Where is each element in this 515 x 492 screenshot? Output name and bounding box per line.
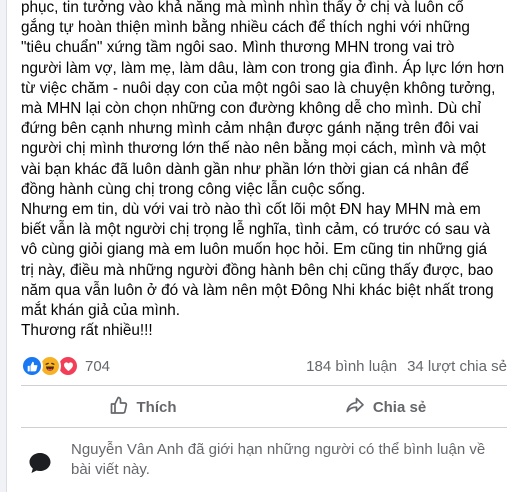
post-stats-bar: 704 184 bình luận 34 lượt chia sẻ bbox=[21, 355, 507, 377]
reaction-count[interactable]: 704 bbox=[85, 358, 110, 375]
post-card: phục, tin tưởng vào khả năng mà mình nhì… bbox=[6, 0, 515, 492]
post-line: từ việc chăm - nuôi dạy con của một ngôi… bbox=[21, 79, 496, 97]
post-line: phục, tin tưởng vào khả năng mà mình nhì… bbox=[21, 0, 464, 16]
thumbs-up-icon bbox=[109, 395, 129, 419]
share-label: Chia sẻ bbox=[372, 398, 427, 416]
post-line: đứng bên cạnh nhưng mình cảm nhận được g… bbox=[21, 120, 479, 138]
post-line: vài bạn khác đã luôn dành gần như phần l… bbox=[21, 160, 469, 178]
post-line: biết vẫn là một người chị trọng lễ nghĩa… bbox=[21, 221, 491, 239]
like-label: Thích bbox=[136, 398, 177, 416]
post-line: mà MHN lại còn chọn những con đường khôn… bbox=[21, 100, 481, 118]
reactions-summary[interactable]: 704 bbox=[21, 355, 110, 377]
comment-count-link[interactable]: 184 bình luận bbox=[306, 358, 397, 375]
post-line: "tiêu chuẩn" xứng tầm ngôi sao. Mình thư… bbox=[21, 39, 455, 57]
post-line: năm qua vẫn luôn ở đó và làm nên một Đôn… bbox=[21, 281, 494, 299]
actions-divider bbox=[21, 427, 507, 428]
post-line: vô cùng giỏi giang mà em luôn muốn học h… bbox=[21, 241, 488, 259]
comment-restriction-notice: Nguyễn Vân Anh đã giới hạn những người c… bbox=[27, 440, 506, 482]
post-line: mắt khán giả của mình. bbox=[21, 302, 181, 320]
post-line: người làm vợ, làm mẹ, làm dâu, làm con t… bbox=[21, 59, 505, 77]
notice-text-line: bài viết này. bbox=[71, 461, 150, 478]
speech-bubble-icon bbox=[27, 440, 63, 482]
post-line: trị này, điều mà những người đồng hành b… bbox=[21, 261, 494, 279]
post-text: phục, tin tưởng vào khả năng mà mình nhì… bbox=[21, 0, 507, 341]
stats-divider bbox=[21, 385, 507, 386]
post-line: người chị mình thương lớn thế nào nên bằ… bbox=[21, 140, 486, 158]
like-reaction-icon bbox=[21, 355, 43, 377]
share-button[interactable]: Chia sẻ bbox=[264, 389, 507, 425]
notice-text-line: Nguyễn Vân Anh đã giới hạn những người c… bbox=[71, 441, 486, 458]
post-line: Nhưng em tin, dù với vai trò nào thì cốt… bbox=[21, 201, 481, 219]
post-line: Thương rất nhiều!!! bbox=[21, 322, 153, 340]
like-button[interactable]: Thích bbox=[21, 389, 264, 425]
share-count-link[interactable]: 34 lượt chia sẻ bbox=[407, 358, 507, 375]
post-line: đồng hành cùng chị trong công việc lẫn c… bbox=[21, 180, 366, 198]
post-actions-bar: Thích Chia sẻ bbox=[21, 388, 507, 426]
share-arrow-icon bbox=[345, 395, 365, 419]
post-line: gắng tự hoàn thiện mình bằng nhiều cách … bbox=[21, 19, 470, 37]
